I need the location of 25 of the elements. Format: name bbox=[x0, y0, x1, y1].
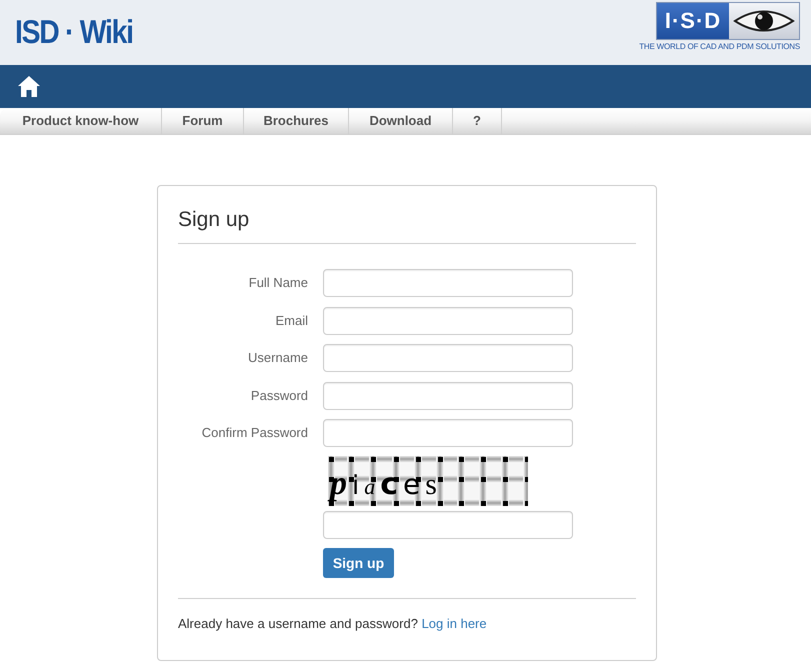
input-field[interactable] bbox=[323, 344, 573, 372]
eye-icon bbox=[733, 8, 795, 34]
field-label: Confirm Password bbox=[200, 424, 308, 442]
nav-tab[interactable]: Product know-how bbox=[0, 108, 162, 134]
nav-tab[interactable]: Forum bbox=[162, 108, 244, 134]
nav-tab[interactable]: Brochures bbox=[244, 108, 349, 134]
nav-tab[interactable]: Download bbox=[349, 108, 453, 134]
input-field[interactable] bbox=[323, 419, 573, 447]
input-field[interactable] bbox=[323, 269, 573, 297]
home-icon[interactable] bbox=[18, 76, 40, 97]
logo-mark: I·S·D bbox=[657, 3, 729, 39]
login-link[interactable]: Log in here bbox=[422, 616, 487, 631]
logo-tagline: THE WORLD OF CAD AND PDM SOLUTIONS bbox=[639, 43, 800, 51]
field-label: Full Name bbox=[248, 274, 308, 292]
input-field[interactable] bbox=[323, 382, 573, 410]
field-label: Password bbox=[250, 386, 308, 405]
nav-tab[interactable]: ? bbox=[453, 108, 502, 134]
input-field[interactable] bbox=[323, 306, 573, 334]
signup-button[interactable]: Sign up bbox=[323, 548, 394, 578]
card-title: Sign up bbox=[178, 206, 636, 244]
field-label: Username bbox=[247, 349, 308, 368]
field-label: Email bbox=[274, 312, 308, 330]
site-title[interactable]: ISD · Wiki bbox=[15, 13, 133, 51]
captcha-input-field[interactable] bbox=[323, 511, 573, 539]
login-prompt: Already have a username and password? Log in here bbox=[178, 615, 488, 633]
